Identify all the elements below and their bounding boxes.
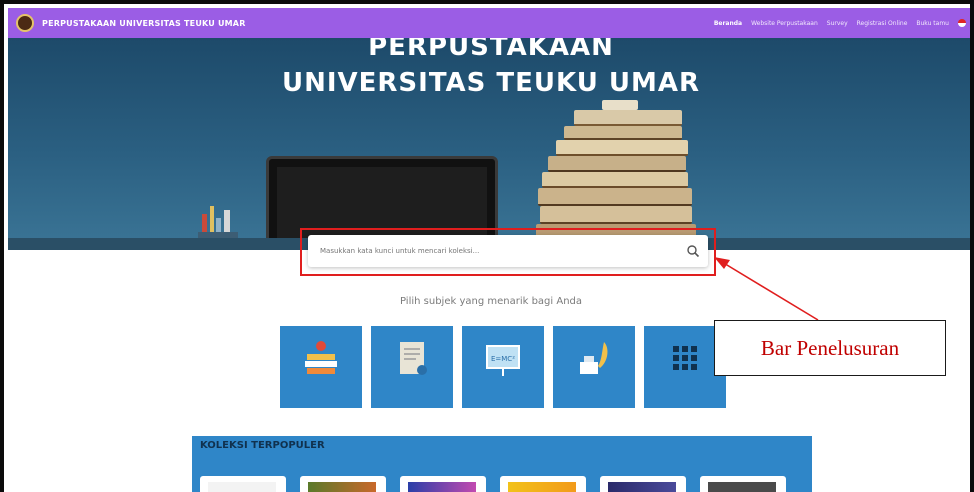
search-highlight-box xyxy=(300,228,716,276)
book-card[interactable] xyxy=(500,476,586,492)
popular-book-list xyxy=(200,476,786,492)
svg-text:E=MC²: E=MC² xyxy=(491,355,515,363)
book-card[interactable] xyxy=(700,476,786,492)
nav-registrasi-online[interactable]: Registrasi Online xyxy=(857,20,908,27)
search-icon[interactable] xyxy=(686,244,700,258)
subject-heading: Pilih subjek yang menarik bagi Anda xyxy=(399,296,583,307)
nav-links: Beranda Website Perpustakaan Survey Regi… xyxy=(714,19,966,27)
subject-card-2[interactable] xyxy=(371,326,453,408)
nav-beranda[interactable]: Beranda xyxy=(714,20,742,27)
screenshot-frame: PERPUSTAKAAN UNIVERSITAS TEUKU UMAR Bera… xyxy=(0,0,974,492)
books-icon xyxy=(305,341,337,374)
subject-card-4[interactable] xyxy=(553,326,635,408)
popular-collection-section: KOLEKSI TERPOPULER xyxy=(192,436,812,492)
subject-cards: E=MC² xyxy=(280,326,726,408)
annotation-label: Bar Penelusuran xyxy=(760,335,900,360)
popular-collection-title: KOLEKSI TERPOPULER xyxy=(200,440,325,451)
book-card[interactable] xyxy=(200,476,286,492)
nav-website-perpustakaan[interactable]: Website Perpustakaan xyxy=(751,20,818,27)
nav-buku-tamu[interactable]: Buku tamu xyxy=(916,20,949,27)
document-icon xyxy=(400,342,427,375)
grid-icon xyxy=(673,346,697,370)
book-card[interactable] xyxy=(600,476,686,492)
search-input[interactable] xyxy=(318,246,686,256)
site-brand[interactable]: PERPUSTAKAAN UNIVERSITAS TEUKU UMAR xyxy=(42,19,246,28)
ink-quill-icon xyxy=(580,342,608,374)
search-bar xyxy=(308,235,708,267)
hero-title-line1: PERPUSTAKAAN xyxy=(368,38,614,62)
hero-banner: PERPUSTAKAAN UNIVERSITAS TEUKU UMAR xyxy=(8,38,970,250)
book-card[interactable] xyxy=(400,476,486,492)
blackboard-icon: E=MC² xyxy=(486,345,520,376)
language-flag-icon[interactable] xyxy=(958,19,966,27)
university-logo[interactable] xyxy=(16,14,34,32)
nav-survey[interactable]: Survey xyxy=(827,20,848,27)
subject-card-1[interactable] xyxy=(280,326,362,408)
hero-title-line2: UNIVERSITAS TEUKU UMAR xyxy=(281,68,701,98)
annotation-callout: Bar Penelusuran xyxy=(714,320,946,376)
subject-card-3[interactable]: E=MC² xyxy=(462,326,544,408)
top-navbar: PERPUSTAKAAN UNIVERSITAS TEUKU UMAR Bera… xyxy=(8,8,970,38)
book-card[interactable] xyxy=(300,476,386,492)
